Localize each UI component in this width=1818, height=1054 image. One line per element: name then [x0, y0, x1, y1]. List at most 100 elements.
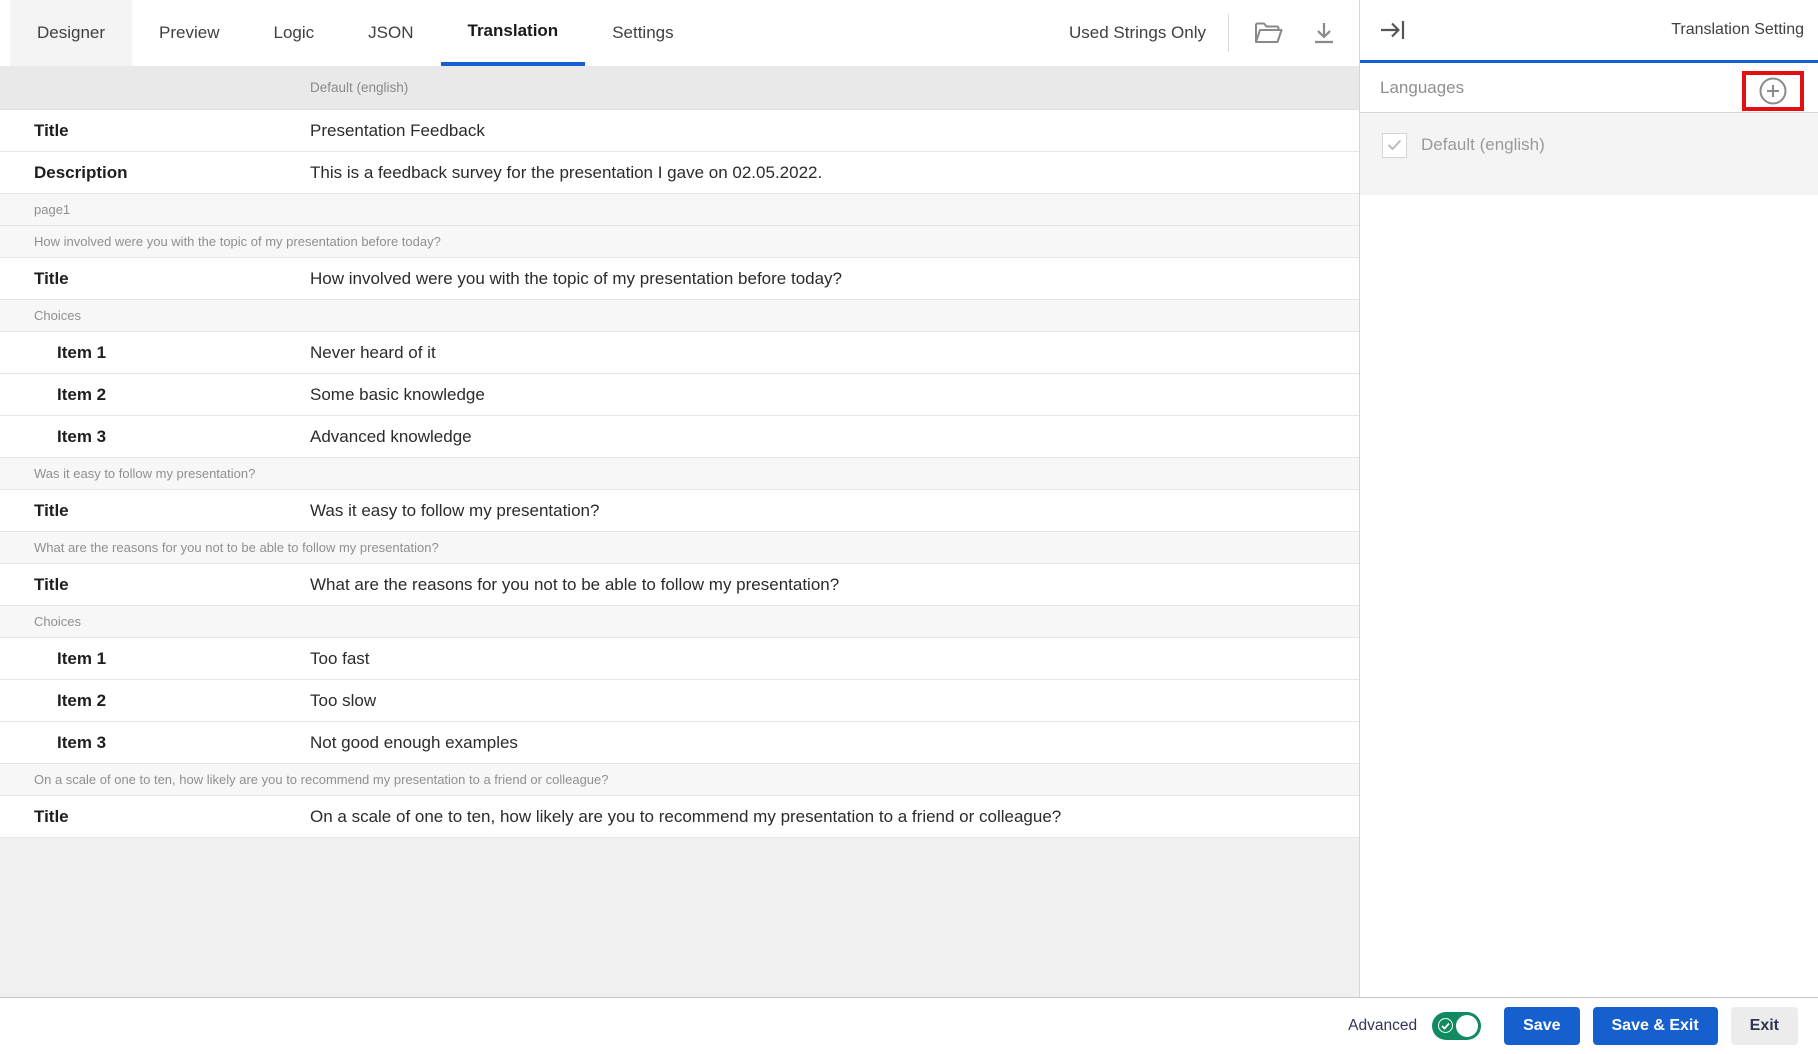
translation-value-cell[interactable]: Too slow — [310, 691, 1359, 711]
tab-logic[interactable]: Logic — [247, 0, 342, 66]
toolbar-divider — [1228, 14, 1229, 52]
translation-row: Title On a scale of one to ten, how like… — [0, 796, 1359, 838]
translation-value-cell[interactable]: How involved were you with the topic of … — [310, 269, 1359, 289]
used-strings-only-filter[interactable]: Used Strings Only — [1069, 23, 1206, 43]
advanced-toggle[interactable] — [1432, 1012, 1481, 1040]
footer-bar: Advanced Save Save & Exit Exit — [0, 997, 1818, 1054]
translation-value-cell[interactable]: Too fast — [310, 649, 1359, 669]
tab-preview[interactable]: Preview — [132, 0, 246, 66]
translation-row: Item 1 Never heard of it — [0, 332, 1359, 374]
tab-json[interactable]: JSON — [341, 0, 440, 66]
panel-title: Translation Setting — [1671, 21, 1804, 39]
translation-row: Item 1 Too fast — [0, 638, 1359, 680]
tab-strip: Designer Preview Logic JSON Translation … — [10, 0, 701, 66]
add-language-highlight-box — [1742, 71, 1804, 111]
tab-bar: Designer Preview Logic JSON Translation … — [0, 0, 1359, 66]
translation-section-header: Choices — [0, 300, 1359, 332]
translation-section-header: Was it easy to follow my presentation? — [0, 458, 1359, 490]
add-language-button[interactable] — [1758, 76, 1788, 106]
advanced-label: Advanced — [1348, 1017, 1417, 1035]
tab-label: JSON — [368, 23, 413, 43]
export-button[interactable] — [1307, 16, 1341, 50]
translation-section-header: page1 — [0, 194, 1359, 226]
section-label: What are the reasons for you not to be a… — [34, 540, 439, 555]
section-label: Choices — [34, 308, 81, 323]
translation-settings-panel: Translation Setting Languages Default (e… — [1360, 0, 1818, 997]
translation-section-header: How involved were you with the topic of … — [0, 226, 1359, 258]
translation-key-label: Title — [0, 121, 310, 141]
translation-value-cell[interactable]: Advanced knowledge — [310, 427, 1359, 447]
translation-key-label: Item 2 — [0, 691, 310, 711]
collapse-panel-button[interactable] — [1376, 13, 1410, 47]
translation-key-label: Title — [0, 269, 310, 289]
translation-row: Title Was it easy to follow my presentat… — [0, 490, 1359, 532]
panel-header: Translation Setting — [1360, 0, 1818, 63]
language-column-header: Default (english) — [0, 66, 1359, 110]
translation-value-cell[interactable]: This is a feedback survey for the presen… — [310, 163, 1359, 183]
translation-row: Item 2 Some basic knowledge — [0, 374, 1359, 416]
translation-rows: Title Presentation Feedback Description … — [0, 110, 1359, 838]
language-label: Default (english) — [1421, 135, 1545, 155]
languages-label: Languages — [1380, 78, 1464, 98]
tab-label: Settings — [612, 23, 673, 43]
toggle-knob[interactable] — [1456, 1015, 1478, 1037]
tab-designer[interactable]: Designer — [10, 0, 132, 66]
import-button[interactable] — [1251, 16, 1285, 50]
tab-label: Logic — [274, 23, 315, 43]
checkmark-icon — [1387, 139, 1402, 151]
translation-key-label: Title — [0, 501, 310, 521]
translation-key-label: Item 2 — [0, 385, 310, 405]
tab-label: Preview — [159, 23, 219, 43]
translation-row: Item 2 Too slow — [0, 680, 1359, 722]
translation-key-label: Description — [0, 163, 310, 183]
translation-key-label: Title — [0, 807, 310, 827]
tab-label: Translation — [468, 21, 559, 41]
save-button[interactable]: Save — [1504, 1007, 1579, 1045]
toggle-check-icon — [1441, 1022, 1450, 1030]
translation-value-cell[interactable]: Was it easy to follow my presentation? — [310, 501, 1359, 521]
translation-key-label: Item 3 — [0, 427, 310, 447]
section-label: Was it easy to follow my presentation? — [34, 466, 255, 481]
languages-list: Default (english) — [1360, 113, 1818, 195]
section-label: On a scale of one to ten, how likely are… — [34, 772, 609, 787]
section-label: How involved were you with the topic of … — [34, 234, 441, 249]
translation-section-header: Choices — [0, 606, 1359, 638]
translation-key-label: Item 1 — [0, 343, 310, 363]
translation-value-cell[interactable]: What are the reasons for you not to be a… — [310, 575, 1359, 595]
tabbar-actions: Used Strings Only — [1069, 0, 1359, 66]
translation-value-cell[interactable]: On a scale of one to ten, how likely are… — [310, 807, 1359, 827]
main-area: Designer Preview Logic JSON Translation … — [0, 0, 1360, 997]
language-checkbox[interactable] — [1382, 133, 1407, 158]
translation-key-label: Title — [0, 575, 310, 595]
download-icon — [1311, 20, 1337, 46]
save-and-exit-button[interactable]: Save & Exit — [1593, 1007, 1718, 1045]
translation-row: Description This is a feedback survey fo… — [0, 152, 1359, 194]
collapse-right-icon — [1378, 17, 1408, 43]
toggle-check-ring — [1438, 1018, 1453, 1033]
translation-value-cell[interactable]: Presentation Feedback — [310, 121, 1359, 141]
app-window: Designer Preview Logic JSON Translation … — [0, 0, 1818, 997]
translation-value-cell[interactable]: Not good enough examples — [310, 733, 1359, 753]
translation-value-cell[interactable]: Some basic knowledge — [310, 385, 1359, 405]
translation-row: Title Presentation Feedback — [0, 110, 1359, 152]
translation-row: Item 3 Advanced knowledge — [0, 416, 1359, 458]
language-column-header-label: Default (english) — [310, 80, 408, 95]
section-label: Choices — [34, 614, 81, 629]
exit-button[interactable]: Exit — [1731, 1007, 1798, 1045]
tab-settings[interactable]: Settings — [585, 0, 700, 66]
translation-section-header: What are the reasons for you not to be a… — [0, 532, 1359, 564]
language-list-item: Default (english) — [1360, 113, 1818, 195]
folder-open-icon — [1253, 20, 1283, 46]
translation-key-label: Item 3 — [0, 733, 310, 753]
table-empty-area — [0, 838, 1359, 997]
translation-row: Item 3 Not good enough examples — [0, 722, 1359, 764]
translation-section-header: On a scale of one to ten, how likely are… — [0, 764, 1359, 796]
translation-table: Default (english) Title Presentation Fee… — [0, 66, 1359, 997]
plus-circle-icon — [1758, 76, 1788, 106]
tab-label: Designer — [37, 23, 105, 43]
translation-row: Title How involved were you with the top… — [0, 258, 1359, 300]
tab-translation[interactable]: Translation — [441, 0, 586, 66]
section-label: page1 — [34, 202, 70, 217]
translation-value-cell[interactable]: Never heard of it — [310, 343, 1359, 363]
translation-row: Title What are the reasons for you not t… — [0, 564, 1359, 606]
